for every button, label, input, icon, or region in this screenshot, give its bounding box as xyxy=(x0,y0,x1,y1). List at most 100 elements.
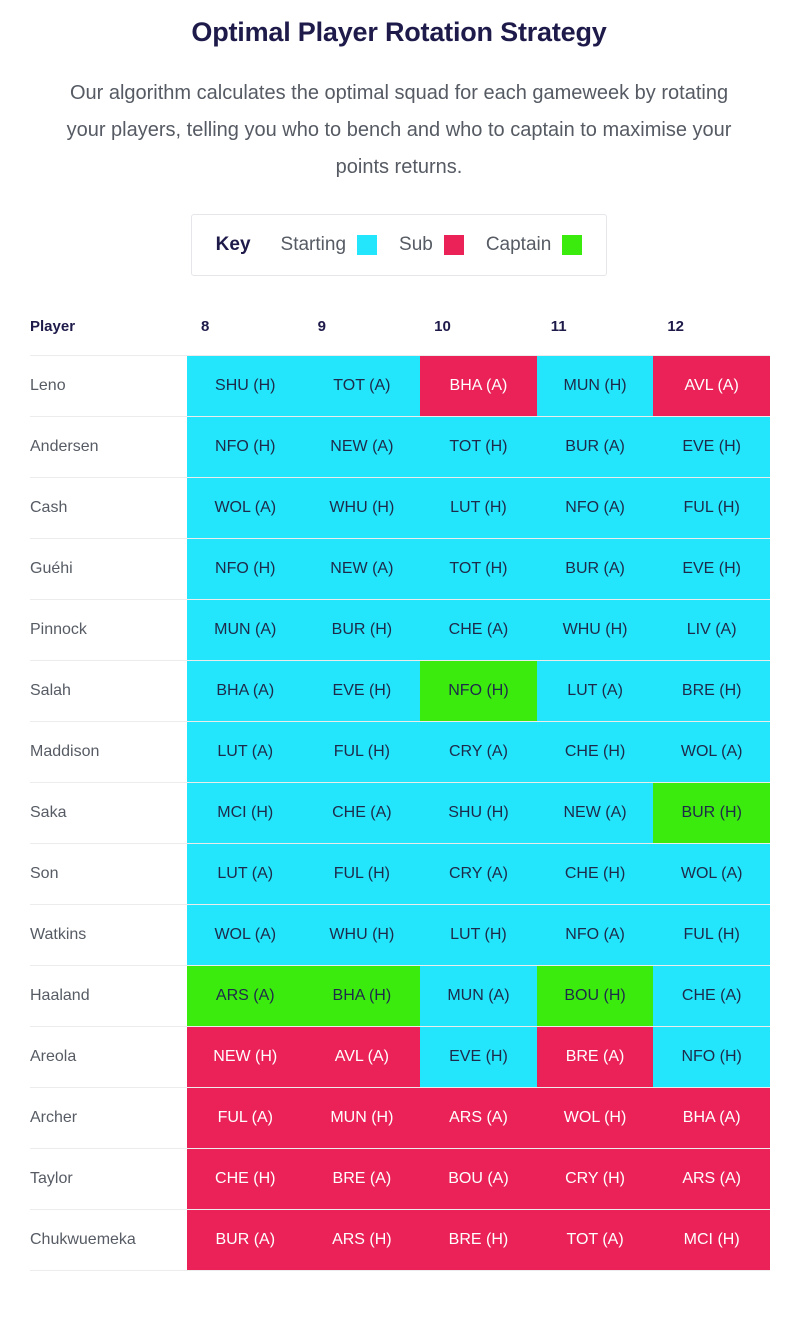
fixture-cell-sub[interactable]: CHE (H) xyxy=(186,1148,304,1210)
fixture-cell-starting[interactable]: NFO (A) xyxy=(536,477,654,539)
fixture-cell-starting[interactable]: MUN (H) xyxy=(536,355,654,417)
table-row: Leno SHU (H) TOT (A) BHA (A) MUN (H) AVL (A) xyxy=(30,355,770,417)
fixture-cell-starting[interactable]: LUT (H) xyxy=(420,477,537,539)
fixture-cell-starting[interactable]: BUR (A) xyxy=(536,538,654,600)
fixture-cell-starting[interactable]: WHU (H) xyxy=(303,477,421,539)
fixture-cell-starting[interactable]: WOL (A) xyxy=(186,904,304,966)
fixture-cell-sub[interactable]: TOT (A) xyxy=(536,1209,654,1271)
fixture-cell-captain[interactable]: BUR (H) xyxy=(653,782,770,844)
fixture-cell-sub[interactable]: AVL (A) xyxy=(303,1026,421,1088)
key-legend: Key Starting Sub Captain xyxy=(190,214,608,276)
fixture-cell-starting[interactable]: CRY (A) xyxy=(420,721,537,783)
page-title: Optimal Player Rotation Strategy xyxy=(191,17,607,47)
fixture-cell-starting[interactable]: MUN (A) xyxy=(186,599,304,661)
fixture-cell-starting[interactable]: FUL (H) xyxy=(303,843,421,905)
table-row: Archer FUL (A) MUN (H) ARS (A) WOL (H) BHA (A… xyxy=(30,1087,770,1149)
starting-color-swatch xyxy=(357,235,378,255)
fixture-cell-sub[interactable]: BHA (A) xyxy=(653,1087,770,1149)
fixture-cell-captain[interactable]: BHA (H) xyxy=(303,965,421,1027)
fixture-cell-starting[interactable]: LUT (A) xyxy=(186,721,304,783)
fixture-cell-sub[interactable]: BOU (A) xyxy=(420,1148,537,1210)
player-name-cell: Andersen xyxy=(30,416,187,478)
key-item-starting: Starting xyxy=(280,234,378,256)
table-row: Watkins WOL (A) WHU (H) LUT (H) NFO (A) FUL (… xyxy=(30,904,770,966)
player-name-cell: Leno xyxy=(30,355,187,417)
fixture-cell-starting[interactable]: NEW (A) xyxy=(536,782,654,844)
fixture-cell-starting[interactable]: LUT (A) xyxy=(536,660,654,722)
fixture-cell-captain[interactable]: ARS (A) xyxy=(186,965,304,1027)
fixture-cell-starting[interactable]: LIV (A) xyxy=(653,599,770,661)
fixture-cell-starting[interactable]: CHE (H) xyxy=(536,843,654,905)
fixture-cell-starting[interactable]: MUN (A) xyxy=(420,965,537,1027)
column-header-gameweek-12: 12 xyxy=(667,318,685,335)
table-row: Saka MCI (H) CHE (A) SHU (H) NEW (A) BUR (H) xyxy=(30,782,770,844)
player-name-cell: Haaland xyxy=(30,965,187,1027)
fixture-cell-sub[interactable]: MUN (H) xyxy=(303,1087,421,1149)
fixture-cell-starting[interactable]: EVE (H) xyxy=(653,538,770,600)
fixture-cell-starting[interactable]: CHE (A) xyxy=(303,782,421,844)
fixture-cell-starting[interactable]: NFO (H) xyxy=(653,1026,770,1088)
fixture-cell-starting[interactable]: WOL (A) xyxy=(653,721,770,783)
fixture-cell-sub[interactable]: ARS (H) xyxy=(303,1209,421,1271)
fixture-cell-starting[interactable]: CHE (A) xyxy=(653,965,770,1027)
key-legend-container: Key Starting Sub Captain xyxy=(0,214,798,276)
fixture-cell-starting[interactable]: BRE (H) xyxy=(653,660,770,722)
fixture-cell-starting[interactable]: FUL (H) xyxy=(303,721,421,783)
fixture-cell-starting[interactable]: EVE (H) xyxy=(653,416,770,478)
fixture-cell-sub[interactable]: BUR (A) xyxy=(186,1209,304,1271)
fixture-cell-sub[interactable]: BRE (H) xyxy=(420,1209,537,1271)
fixture-cell-sub[interactable]: BHA (A) xyxy=(420,355,537,417)
fixture-cell-starting[interactable]: TOT (H) xyxy=(420,416,537,478)
key-item-sub-label: Sub xyxy=(399,234,433,255)
fixture-cell-sub[interactable]: AVL (A) xyxy=(653,355,770,417)
column-header-gameweek-10: 10 xyxy=(434,318,451,335)
fixture-cell-starting[interactable]: LUT (H) xyxy=(420,904,537,966)
fixture-cell-sub[interactable]: NEW (H) xyxy=(186,1026,304,1088)
fixture-cell-starting[interactable]: WOL (A) xyxy=(653,843,770,905)
fixture-cell-starting[interactable]: NFO (H) xyxy=(186,538,304,600)
column-header-gameweek-11: 11 xyxy=(550,318,567,335)
fixture-cell-starting[interactable]: TOT (H) xyxy=(420,538,537,600)
fixture-cell-starting[interactable]: SHU (H) xyxy=(186,355,304,417)
fixture-cell-starting[interactable]: TOT (A) xyxy=(303,355,421,417)
fixture-cell-sub[interactable]: FUL (A) xyxy=(186,1087,304,1149)
rotation-table: Player 8 9 10 11 12 Leno SHU (H) TOT (A) BHA (A… xyxy=(30,318,770,1271)
fixture-cell-starting[interactable]: EVE (H) xyxy=(420,1026,537,1088)
fixture-cell-starting[interactable]: CHE (H) xyxy=(536,721,654,783)
fixture-cell-sub[interactable]: WOL (H) xyxy=(536,1087,654,1149)
fixture-cell-starting[interactable]: FUL (H) xyxy=(653,904,770,966)
table-row: Son LUT (A) FUL (H) CRY (A) CHE (H) WOL (A) xyxy=(30,843,770,905)
fixture-cell-starting[interactable]: NEW (A) xyxy=(303,416,421,478)
fixture-cell-starting[interactable]: NEW (A) xyxy=(303,538,421,600)
fixture-cell-sub[interactable]: ARS (A) xyxy=(653,1148,770,1210)
fixture-cell-starting[interactable]: CHE (A) xyxy=(420,599,537,661)
fixture-cell-starting[interactable]: WHU (H) xyxy=(536,599,654,661)
fixture-cell-starting[interactable]: FUL (H) xyxy=(653,477,770,539)
key-item-starting-label: Starting xyxy=(280,234,347,255)
fixture-cell-captain[interactable]: BOU (H) xyxy=(536,965,654,1027)
key-label: Key xyxy=(215,234,251,255)
fixture-cell-starting[interactable]: BUR (H) xyxy=(303,599,421,661)
fixture-cell-starting[interactable]: LUT (A) xyxy=(186,843,304,905)
fixture-cell-starting[interactable]: SHU (H) xyxy=(420,782,537,844)
fixture-cell-starting[interactable]: BUR (A) xyxy=(536,416,654,478)
fixture-cell-starting[interactable]: CRY (A) xyxy=(420,843,537,905)
fixture-cell-sub[interactable]: CRY (H) xyxy=(536,1148,654,1210)
fixture-cell-starting[interactable]: NFO (H) xyxy=(186,416,304,478)
fixture-cell-starting[interactable]: MCI (H) xyxy=(186,782,304,844)
fixture-cell-starting[interactable]: WHU (H) xyxy=(303,904,421,966)
key-item-captain-label: Captain xyxy=(485,234,552,255)
fixture-cell-starting[interactable]: BHA (A) xyxy=(186,660,304,722)
table-row: Taylor CHE (H) BRE (A) BOU (A) CRY (H) ARS (A… xyxy=(30,1148,770,1210)
fixture-cell-sub[interactable]: BRE (A) xyxy=(536,1026,654,1088)
fixture-cell-starting[interactable]: NFO (A) xyxy=(536,904,654,966)
fixture-cell-captain[interactable]: NFO (H) xyxy=(420,660,537,722)
player-name-cell: Pinnock xyxy=(30,599,187,661)
table-row: Chukwuemeka BUR (A) ARS (H) BRE (H) TOT (A) M… xyxy=(30,1209,770,1271)
fixture-cell-sub[interactable]: ARS (A) xyxy=(420,1087,537,1149)
fixture-cell-starting[interactable]: WOL (A) xyxy=(186,477,304,539)
fixture-cell-sub[interactable]: BRE (A) xyxy=(303,1148,421,1210)
fixture-cell-sub[interactable]: MCI (H) xyxy=(653,1209,770,1271)
fixture-cell-starting[interactable]: EVE (H) xyxy=(303,660,421,722)
table-row: Haaland ARS (A) BHA (H) MUN (A) BOU (H) CHE (… xyxy=(30,965,770,1027)
